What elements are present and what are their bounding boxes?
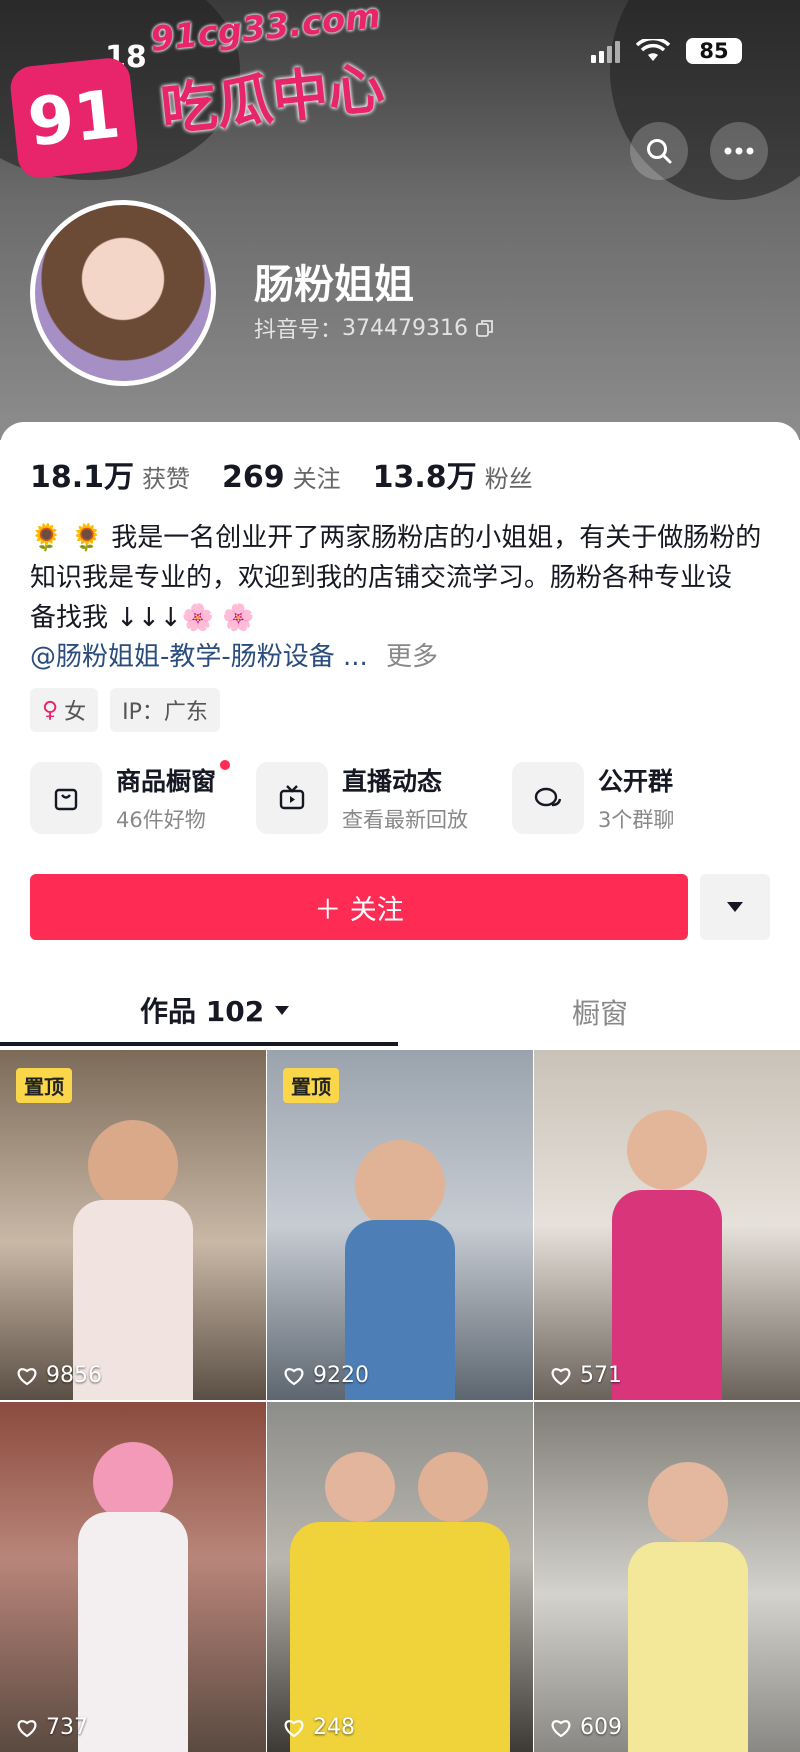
wifi-icon <box>636 39 670 61</box>
bio-more-link[interactable]: 更多 <box>386 636 438 673</box>
caret-down-icon <box>727 902 743 912</box>
pinned-badge: 置顶 <box>283 1068 339 1103</box>
like-count: 9856 <box>16 1363 102 1388</box>
caret-down-icon <box>275 1006 290 1015</box>
thumbnail-figure <box>627 1110 707 1190</box>
chat-icon <box>512 762 584 834</box>
profile-tags: ♀ 女 IP：广东 <box>30 688 220 732</box>
video-thumbnail[interactable]: 置顶 9856 <box>0 1050 266 1400</box>
feature-title: 直播动态 <box>342 767 443 796</box>
more-icon <box>724 147 754 155</box>
heart-icon <box>284 1367 304 1385</box>
stat-following[interactable]: 269 关注 <box>222 459 341 495</box>
battery-indicator: 85 <box>686 38 742 64</box>
shop-window-entry[interactable]: 商品橱窗 46件好物 <box>30 760 231 834</box>
ip-tag: IP：广东 <box>110 688 220 732</box>
video-thumbnail[interactable]: 609 <box>534 1402 800 1752</box>
bio-mention-link[interactable]: @肠粉姐姐-教学-肠粉设备 ... <box>30 636 368 673</box>
feature-title: 公开群 <box>598 767 674 796</box>
video-thumbnail[interactable]: 置顶 9220 <box>267 1050 533 1400</box>
thumbnail-figure <box>325 1452 396 1522</box>
follow-options-button[interactable] <box>700 874 770 940</box>
avatar[interactable] <box>30 200 216 386</box>
follow-button[interactable]: ＋ 关注 <box>30 874 688 940</box>
thumbnail-figure <box>612 1190 722 1400</box>
notification-dot <box>220 760 231 770</box>
thumbnail-figure <box>88 1120 178 1210</box>
heart-icon <box>551 1719 571 1737</box>
more-options-button[interactable] <box>710 122 768 180</box>
like-count: 609 <box>550 1715 622 1740</box>
douyin-id-label: 抖音号： <box>254 318 343 343</box>
thumbnail-figure <box>355 1140 445 1230</box>
thumbnail-figure <box>93 1442 173 1522</box>
video-thumbnail[interactable]: 571 <box>534 1050 800 1400</box>
heart-icon <box>17 1719 37 1737</box>
heart-icon <box>17 1367 37 1385</box>
female-icon: ♀ <box>42 697 59 723</box>
feature-subtitle: 3个群聊 <box>598 808 675 832</box>
active-tab-indicator <box>0 1042 398 1046</box>
tab-works-label: 作品 102 <box>140 995 265 1028</box>
tv-icon <box>256 762 328 834</box>
stat-followers[interactable]: 13.8万 粉丝 <box>373 452 533 496</box>
thumbnail-figure <box>628 1542 749 1752</box>
nickname: 肠粉姐姐 <box>254 262 414 308</box>
search-icon <box>647 139 672 164</box>
like-count: 9220 <box>283 1363 369 1388</box>
feature-subtitle: 查看最新回放 <box>342 808 468 832</box>
bio-line: 🌻 🌻 我是一名创业开了两家肠粉店的小姐姐，有关于做肠粉的 <box>30 523 762 553</box>
stat-likes[interactable]: 18.1万 获赞 <box>30 452 190 496</box>
stats-row: 18.1万 获赞 269 关注 13.8万 粉丝 <box>30 452 533 496</box>
video-thumbnail[interactable]: 737 <box>0 1402 266 1752</box>
gender-label: 女 <box>64 700 87 725</box>
feature-entries: 商品橱窗 46件好物 直播动态 查看最新回放 公开群 3个群聊 <box>30 760 780 842</box>
feature-title: 商品橱窗 <box>116 760 231 798</box>
heart-icon <box>284 1719 304 1737</box>
douyin-id-value: 374479316 <box>342 315 468 341</box>
video-grid: 置顶 9856 置顶 9220 571 737 248 609 <box>0 1050 800 1752</box>
tab-works[interactable]: 作品 102 <box>140 990 290 1030</box>
watermark-logo: 91 <box>8 56 140 180</box>
gender-tag: ♀ 女 <box>30 688 99 732</box>
group-chat-entry[interactable]: 公开群 3个群聊 <box>512 762 674 834</box>
douyin-id: 抖音号： 374479316 <box>254 312 494 344</box>
profile-card: 18.1万 获赞 269 关注 13.8万 粉丝 🌻 🌻 我是一名创业开了两家肠粉店的… <box>0 422 800 1752</box>
bio-line: 备找我 ↓↓↓🌸 🌸 <box>30 603 255 633</box>
signal-icon <box>591 39 620 63</box>
video-thumbnail[interactable]: 248 <box>267 1402 533 1752</box>
thumbnail-figure <box>418 1452 489 1522</box>
status-indicators: 85 <box>591 38 742 64</box>
like-count: 248 <box>283 1715 355 1740</box>
feature-subtitle: 46件好物 <box>116 808 206 832</box>
tab-shop-window[interactable]: 橱窗 <box>572 992 628 1032</box>
search-button[interactable] <box>630 122 688 180</box>
like-count: 571 <box>550 1363 622 1388</box>
thumbnail-figure <box>78 1512 188 1752</box>
copy-icon[interactable] <box>476 319 494 337</box>
live-replay-entry[interactable]: 直播动态 查看最新回放 <box>256 762 468 834</box>
bio-line: 知识我是专业的，欢迎到我的店铺交流学习。肠粉各种专业设 <box>30 563 733 593</box>
like-count: 737 <box>16 1715 88 1740</box>
thumbnail-figure <box>648 1462 729 1542</box>
heart-icon <box>551 1367 571 1385</box>
pinned-badge: 置顶 <box>16 1068 72 1103</box>
bio-text: 🌻 🌻 我是一名创业开了两家肠粉店的小姐姐，有关于做肠粉的 知识我是专业的，欢迎… <box>30 518 778 638</box>
bag-icon <box>30 762 102 834</box>
